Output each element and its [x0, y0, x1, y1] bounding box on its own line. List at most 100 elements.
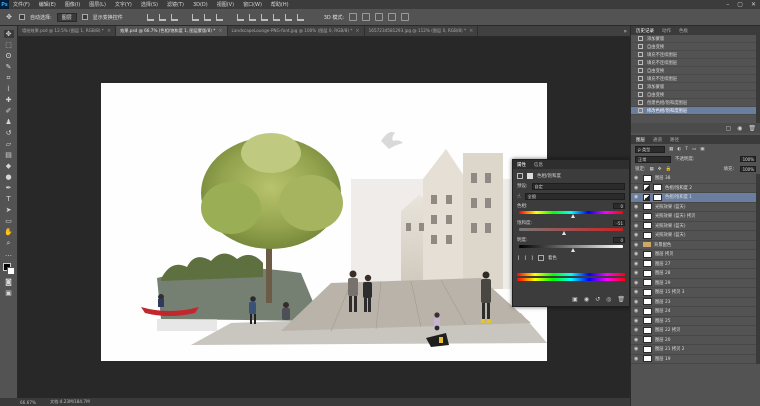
quick-mask-icon[interactable]: ◙ — [4, 278, 14, 286]
layer-row[interactable]: ◉ 图层 29 — [631, 279, 760, 288]
snapshot-icon[interactable]: ◉ — [737, 125, 742, 132]
eyedropper-plus-icon[interactable]: ⌇ — [524, 255, 527, 262]
eyedropper-icon[interactable]: ⌇ — [517, 255, 520, 262]
saturation-slider-thumb[interactable] — [561, 231, 566, 235]
distribute-bottom-icon[interactable] — [260, 13, 268, 21]
shape-icon[interactable]: ▭ — [4, 217, 14, 225]
layer-row[interactable]: ◉ 图层 24 — [631, 307, 760, 317]
3d-scale-icon[interactable] — [401, 13, 410, 21]
menu-filter[interactable]: 滤镜(T) — [167, 1, 184, 8]
visibility-eye-icon[interactable]: ◉ — [634, 213, 640, 219]
layer-row[interactable]: ◉ 背景配色 — [631, 241, 760, 250]
filter-smart-icon[interactable]: ▣ — [700, 147, 704, 152]
close-icon[interactable]: ✕ — [751, 1, 756, 8]
show-transform-checkbox[interactable] — [81, 14, 88, 20]
layer-row-selected[interactable]: ◉ 色相/饱和度 1 — [631, 193, 760, 203]
layer-row[interactable]: ◉ 光照效果 (蓝天) — [631, 231, 760, 241]
lock-position-icon[interactable]: ✥ — [658, 167, 662, 172]
tab-history[interactable]: 历史记录 — [636, 28, 654, 34]
document-canvas[interactable] — [101, 83, 547, 361]
visibility-eye-icon[interactable]: ◉ — [634, 270, 640, 276]
minimize-icon[interactable]: – — [726, 1, 729, 8]
channel-dropdown[interactable]: 全图 — [524, 192, 625, 200]
visibility-eye-icon[interactable]: ◉ — [634, 356, 640, 362]
layer-row[interactable]: ◉ 图层 25 — [631, 317, 760, 326]
dodge-icon[interactable]: ● — [4, 173, 14, 181]
distribute-top-icon[interactable] — [236, 13, 244, 21]
fill-value[interactable]: 100% — [740, 166, 756, 172]
layer-row[interactable]: ◉ 图层 22 拷贝 — [631, 326, 760, 336]
maximize-icon[interactable]: ▢ — [737, 1, 743, 8]
close-tab-icon[interactable]: × — [355, 28, 359, 34]
filter-type-icon[interactable]: T — [685, 147, 688, 152]
layer-row[interactable]: ◉ 图层 21 拷贝 2 — [631, 345, 760, 355]
close-tab-icon[interactable]: × — [107, 28, 111, 34]
auto-select-dropdown[interactable]: 图层 — [56, 12, 77, 22]
align-top-icon[interactable] — [146, 13, 154, 21]
saturation-slider[interactable] — [519, 228, 623, 235]
crop-icon[interactable]: ⌗ — [4, 74, 14, 82]
align-left-icon[interactable] — [191, 13, 199, 21]
more-tools-icon[interactable]: … — [4, 250, 14, 258]
view-previous-icon[interactable]: ◉ — [584, 296, 589, 303]
menu-edit[interactable]: 编辑(E) — [39, 1, 56, 8]
3d-pan-icon[interactable] — [375, 13, 384, 21]
menu-select[interactable]: 选择(S) — [141, 1, 158, 8]
history-item[interactable]: 填充不连续图层 — [631, 59, 760, 67]
auto-select-checkbox[interactable] — [19, 14, 25, 20]
menu-help[interactable]: 帮助(H) — [271, 1, 289, 8]
visibility-eye-icon[interactable]: ◉ — [634, 337, 640, 343]
layer-row[interactable]: ◉ 光照效果 (蓝天) — [631, 203, 760, 212]
layer-mask-thumbnail[interactable] — [653, 193, 662, 201]
visibility-eye-icon[interactable]: ◉ — [634, 251, 640, 257]
history-brush-icon[interactable]: ↺ — [4, 129, 14, 137]
3d-roll-icon[interactable] — [362, 13, 371, 21]
visibility-eye-icon[interactable]: ◉ — [634, 223, 640, 229]
tab-document-1[interactable]: 墙绘效果.psd @ 12.5% (图层 1, RGB/8) * × — [18, 26, 117, 36]
visibility-eye-icon[interactable]: ◉ — [634, 280, 640, 286]
visibility-icon[interactable]: ◎ — [606, 296, 611, 303]
layer-row[interactable]: ◉ 图层 15 拷贝 3 — [631, 288, 760, 298]
menu-window[interactable]: 窗口(W) — [243, 1, 262, 8]
eyedropper-icon[interactable]: ⌇ — [4, 85, 14, 93]
eraser-icon[interactable]: ▱ — [4, 140, 14, 148]
align-right-icon[interactable] — [215, 13, 223, 21]
lock-pixels-icon[interactable]: ▦ — [650, 167, 654, 172]
colorize-checkbox[interactable] — [537, 255, 544, 261]
hand-icon[interactable]: ✋ — [4, 228, 14, 236]
close-tab-icon[interactable]: × — [469, 28, 473, 34]
history-item[interactable]: 自由变换 — [631, 91, 760, 99]
quick-select-icon[interactable]: ✎ — [4, 63, 14, 71]
history-scrollbar[interactable] — [756, 35, 760, 123]
history-item[interactable]: 自由变换 — [631, 67, 760, 75]
visibility-eye-icon[interactable]: ◉ — [634, 261, 640, 267]
delete-icon[interactable]: 🗑 — [617, 296, 625, 303]
tab-swatches[interactable]: 色板 — [679, 28, 688, 34]
layers-scrollbar[interactable] — [756, 174, 760, 364]
filter-adjust-icon[interactable]: ◐ — [677, 147, 681, 152]
align-hcenter-icon[interactable] — [203, 13, 211, 21]
history-item[interactable]: 填充不连续图层 — [631, 75, 760, 83]
visibility-eye-icon[interactable]: ◉ — [634, 232, 640, 238]
visibility-eye-icon[interactable]: ◉ — [634, 327, 640, 333]
history-item[interactable]: 填充不连续图层 — [631, 51, 760, 59]
visibility-eye-icon[interactable]: ◉ — [634, 185, 640, 191]
visibility-eye-icon[interactable]: ◉ — [634, 289, 640, 295]
history-item[interactable]: 创建色相/饱和度图层 — [631, 99, 760, 107]
screen-mode-icon[interactable]: ▣ — [4, 289, 14, 297]
visibility-eye-icon[interactable]: ◉ — [634, 204, 640, 210]
hue-slider-thumb[interactable] — [571, 214, 575, 218]
stamp-icon[interactable]: ♟ — [4, 118, 14, 126]
menu-file[interactable]: 文件(F) — [13, 1, 30, 8]
clip-to-layer-icon[interactable]: ▣ — [572, 296, 578, 303]
layer-row[interactable]: ◉ 光照效果 (蓝天) 拷贝 — [631, 212, 760, 222]
distribute-right-icon[interactable] — [296, 13, 304, 21]
tab-info[interactable]: 信息 — [534, 162, 543, 168]
tab-document-3[interactable]: LandscapeLounge-PNG-font.jpg @ 100% (图层 … — [228, 26, 365, 36]
tab-layers[interactable]: 图层 — [636, 137, 645, 143]
visibility-eye-icon[interactable]: ◉ — [634, 175, 640, 181]
on-image-adjust-icon[interactable]: ☝ — [517, 193, 521, 200]
menu-3d[interactable]: 3D(D) — [193, 2, 208, 8]
lightness-slider-thumb[interactable] — [571, 248, 575, 252]
filter-shape-icon[interactable]: ▭ — [692, 147, 696, 152]
